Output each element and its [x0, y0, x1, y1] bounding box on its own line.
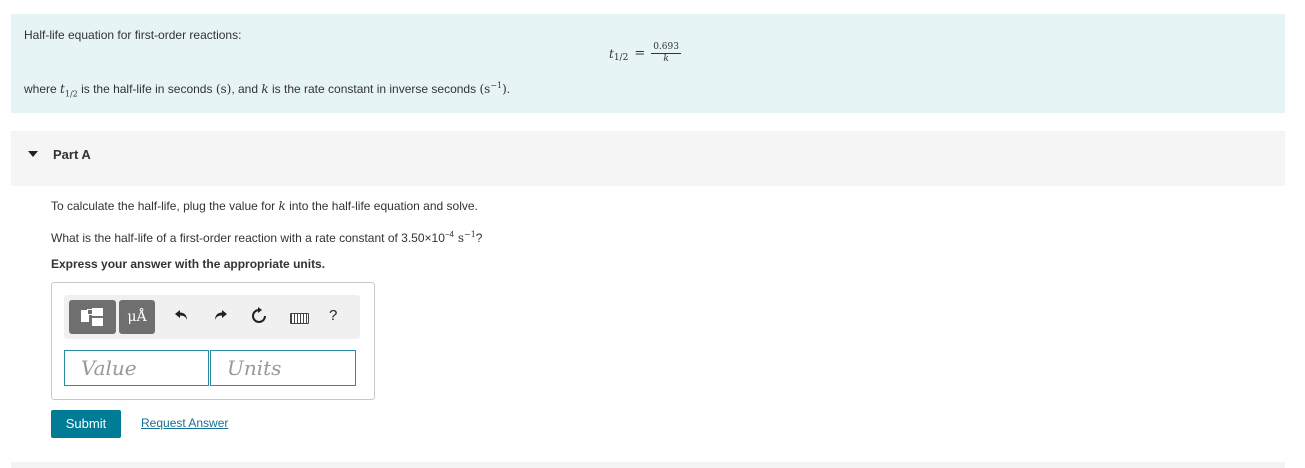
reset-icon[interactable] [250, 307, 268, 331]
answer-box: μÅ ? Value Units [51, 282, 375, 400]
where-text-2: is the half-life in seconds [77, 82, 216, 96]
formula-lhs-sub: 1/2 [613, 52, 629, 63]
template-top-box-icon [92, 308, 103, 316]
prompt-unit: s [454, 231, 464, 245]
help-button[interactable]: ? [329, 307, 337, 324]
instruction-k: k [278, 199, 286, 213]
prompt-end: ? [475, 231, 483, 245]
value-input[interactable]: Value [64, 350, 209, 386]
half-life-formula: t 1/2 = 0.693 k [609, 42, 681, 65]
where-text-3: , and [231, 82, 262, 96]
answer-instruction: Express your answer with the appropriate… [51, 257, 326, 271]
question-prompt: What is the half-life of a first-order r… [51, 230, 482, 245]
collapse-caret-icon[interactable] [28, 151, 38, 157]
where-s-unit: (s) [215, 82, 232, 96]
where-k: k [261, 82, 269, 96]
undo-icon[interactable] [174, 307, 190, 329]
formula-equals: = [634, 46, 646, 61]
where-t-sub: 1/2 [64, 89, 78, 99]
request-answer-link[interactable]: Request Answer [141, 416, 228, 430]
formula-fraction: 0.693 k [651, 42, 681, 65]
redo-icon[interactable] [212, 307, 228, 329]
submit-button[interactable]: Submit [51, 410, 121, 438]
instruction-text-2: into the half-life equation and solve. [285, 199, 478, 213]
part-title: Part A [53, 147, 91, 162]
next-part-divider [11, 462, 1285, 468]
intro-panel: Half-life equation for first-order react… [11, 14, 1285, 113]
units-button[interactable]: μÅ [119, 300, 155, 334]
prompt-exponent: −4 [444, 230, 454, 239]
where-inv-sup: −1 [490, 81, 503, 90]
instruction-text-1: To calculate the half-life, plug the val… [51, 199, 279, 213]
template-bottom-box-icon [92, 318, 103, 326]
templates-button[interactable] [69, 300, 116, 334]
where-text-5: . [506, 82, 511, 96]
intro-definitions: where t1/2 is the half-life in seconds (… [24, 81, 510, 98]
where-inv-open: (s [479, 82, 491, 96]
part-a-header[interactable]: Part A [11, 131, 1285, 186]
question-instruction: To calculate the half-life, plug the val… [51, 199, 478, 213]
intro-title: Half-life equation for first-order react… [24, 28, 242, 42]
where-text-4: is the rate constant in inverse seconds [268, 82, 480, 96]
keyboard-icon[interactable] [290, 313, 309, 324]
formula-numerator: 0.693 [651, 42, 681, 54]
prompt-unit-exponent: −1 [463, 230, 476, 239]
formula-denominator: k [663, 54, 669, 64]
prompt-text: What is the half-life of a first-order r… [51, 231, 445, 245]
where-text-1: where [24, 82, 61, 96]
units-input[interactable]: Units [210, 350, 356, 386]
math-toolbar: μÅ ? [64, 295, 360, 339]
